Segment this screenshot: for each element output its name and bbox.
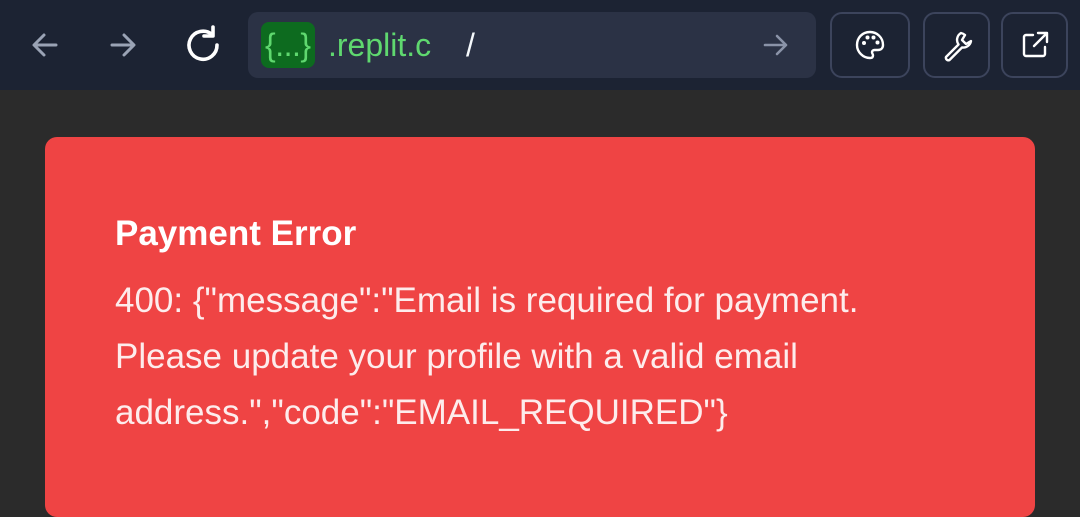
error-toast: Payment Error 400: {"message":"Email is … [45, 137, 1035, 517]
wrench-icon [944, 31, 972, 62]
back-button[interactable] [22, 22, 68, 68]
theme-button[interactable] [830, 12, 910, 78]
devtools-button[interactable] [923, 12, 990, 78]
open-external-button[interactable] [1001, 12, 1068, 78]
url-path: / [466, 27, 475, 63]
reload-button[interactable] [180, 22, 226, 68]
reload-icon [187, 25, 219, 61]
browser-toolbar: {...} .replit.c / [0, 0, 1080, 90]
external-link-icon [1022, 31, 1048, 58]
arrow-right-icon [110, 33, 136, 57]
address-bar[interactable]: {...} .replit.c / [248, 12, 816, 78]
forward-button[interactable] [100, 22, 146, 68]
toast-title: Payment Error [115, 214, 357, 253]
toast-message: 400: {"message":"Email is required for p… [115, 281, 859, 432]
palette-icon [855, 30, 885, 60]
arrow-right-icon[interactable] [760, 29, 792, 61]
url-subdomain-badge: {...} [261, 22, 315, 68]
url-domain: .replit.c [328, 27, 432, 63]
arrow-left-icon [32, 33, 58, 57]
